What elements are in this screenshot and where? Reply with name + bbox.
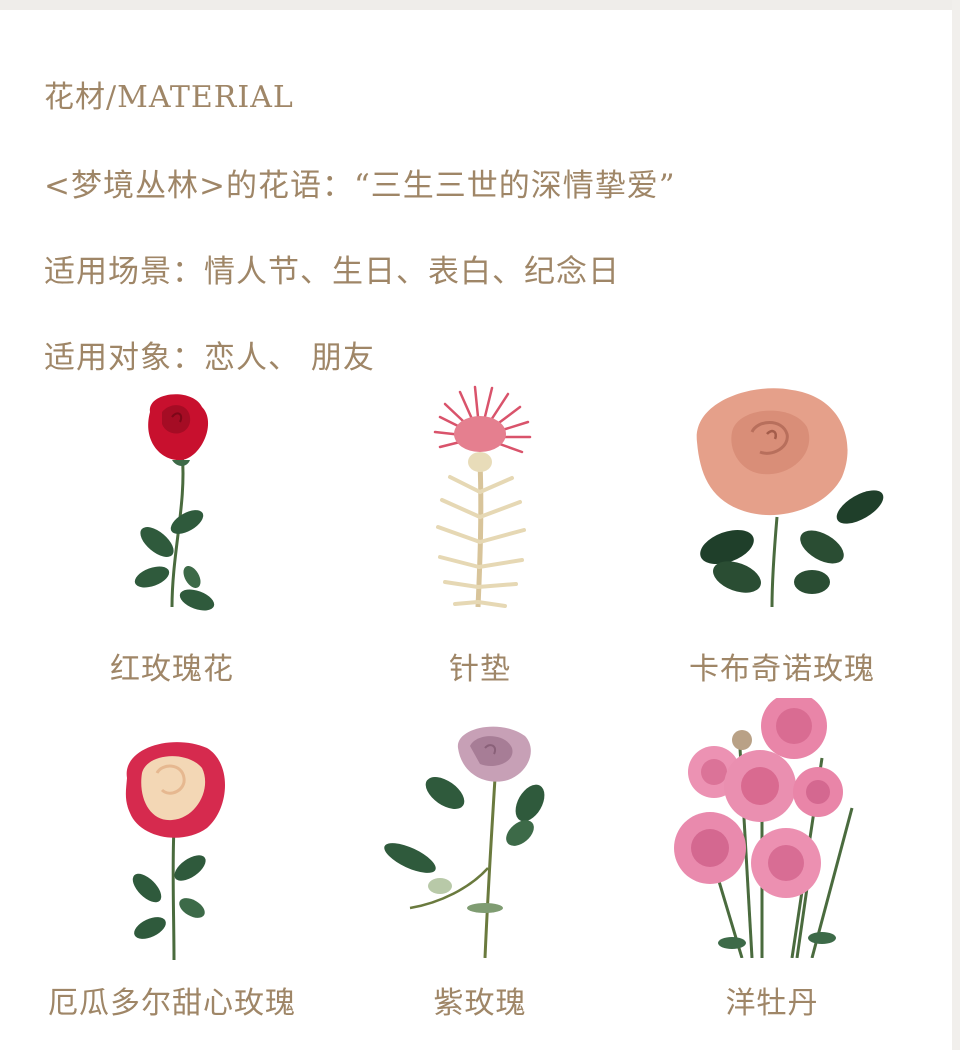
pincushion-protea-image: [433, 385, 532, 608]
flower-language-line: <梦境丛林>的花语：“三生三世的深情挚爱”: [44, 168, 676, 204]
ranunculus-image: [674, 698, 854, 958]
targets-line: 适用对象：恋人、 朋友: [44, 340, 375, 376]
flower-name: 针垫: [449, 652, 511, 687]
flower-card-cappuccino-rose: 卡布奇诺玫瑰: [632, 382, 932, 712]
cappuccino-rose-image: [696, 388, 884, 608]
flower-name: 厄瓜多尔甜心玫瑰: [48, 986, 296, 1021]
red-rose-image: [134, 394, 215, 611]
scenes-line: 适用场景：情人节、生日、表白、纪念日: [44, 254, 620, 290]
right-border-strip: [952, 0, 960, 1050]
flower-card-purple-rose: 紫玫瑰: [330, 718, 630, 1048]
flower-card-sweetheart-rose: 厄瓜多尔甜心玫瑰: [22, 728, 322, 1058]
flower-name: 紫玫瑰: [433, 986, 527, 1021]
material-title: 花材/MATERIAL: [44, 80, 294, 115]
flower-name: 卡布奇诺玫瑰: [689, 652, 875, 687]
purple-rose-image: [384, 726, 545, 958]
flower-card-red-rose: 红玫瑰花: [22, 382, 322, 712]
sweetheart-rose-image: [125, 742, 226, 961]
top-border-strip: [0, 0, 960, 10]
flower-card-pincushion: 针垫: [330, 382, 630, 712]
flower-card-ranunculus: 洋牡丹: [622, 698, 922, 1028]
flower-name: 红玫瑰花: [110, 652, 234, 687]
flower-name: 洋牡丹: [725, 986, 819, 1021]
